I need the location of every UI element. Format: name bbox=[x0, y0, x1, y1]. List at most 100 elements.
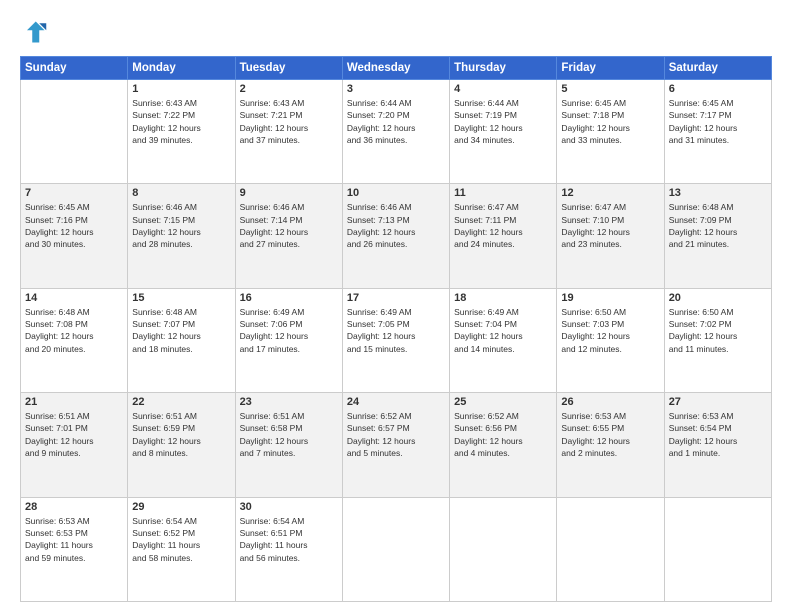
day-number: 17 bbox=[347, 292, 445, 304]
weekday-header-monday: Monday bbox=[128, 57, 235, 80]
day-number: 30 bbox=[240, 501, 338, 513]
day-info: Sunrise: 6:50 AM Sunset: 7:03 PM Dayligh… bbox=[561, 306, 659, 355]
day-number: 7 bbox=[25, 187, 123, 199]
day-number: 28 bbox=[25, 501, 123, 513]
day-cell: 28 Sunrise: 6:53 AM Sunset: 6:53 PM Dayli… bbox=[21, 497, 128, 601]
week-row-4: 21 Sunrise: 6:51 AM Sunset: 7:01 PM Dayli… bbox=[21, 393, 772, 497]
day-number: 23 bbox=[240, 396, 338, 408]
day-number: 18 bbox=[454, 292, 552, 304]
day-info: Sunrise: 6:45 AM Sunset: 7:16 PM Dayligh… bbox=[25, 201, 123, 250]
day-number: 29 bbox=[132, 501, 230, 513]
day-info: Sunrise: 6:48 AM Sunset: 7:09 PM Dayligh… bbox=[669, 201, 767, 250]
day-cell: 16 Sunrise: 6:49 AM Sunset: 7:06 PM Dayli… bbox=[235, 288, 342, 392]
day-cell: 19 Sunrise: 6:50 AM Sunset: 7:03 PM Dayli… bbox=[557, 288, 664, 392]
day-cell: 20Sunrise: 6:50 AM Sunset: 7:02 PM Dayli… bbox=[664, 288, 771, 392]
day-number: 12 bbox=[561, 187, 659, 199]
day-info: Sunrise: 6:43 AM Sunset: 7:22 PM Dayligh… bbox=[132, 97, 230, 146]
day-cell: 9 Sunrise: 6:46 AM Sunset: 7:14 PM Daylig… bbox=[235, 184, 342, 288]
logo bbox=[20, 18, 52, 46]
day-cell bbox=[21, 80, 128, 184]
day-cell bbox=[342, 497, 449, 601]
day-number: 8 bbox=[132, 187, 230, 199]
week-row-1: 1 Sunrise: 6:43 AM Sunset: 7:22 PM Daylig… bbox=[21, 80, 772, 184]
weekday-header-wednesday: Wednesday bbox=[342, 57, 449, 80]
weekday-header-saturday: Saturday bbox=[664, 57, 771, 80]
weekday-header-thursday: Thursday bbox=[450, 57, 557, 80]
day-cell: 29Sunrise: 6:54 AM Sunset: 6:52 PM Dayli… bbox=[128, 497, 235, 601]
day-number: 24 bbox=[347, 396, 445, 408]
day-info: Sunrise: 6:48 AM Sunset: 7:08 PM Dayligh… bbox=[25, 306, 123, 355]
day-number: 16 bbox=[240, 292, 338, 304]
weekday-header-sunday: Sunday bbox=[21, 57, 128, 80]
day-cell: 6Sunrise: 6:45 AM Sunset: 7:17 PM Daylig… bbox=[664, 80, 771, 184]
day-number: 9 bbox=[240, 187, 338, 199]
day-cell: 15 Sunrise: 6:48 AM Sunset: 7:07 PM Dayli… bbox=[128, 288, 235, 392]
day-info: Sunrise: 6:51 AM Sunset: 6:59 PM Dayligh… bbox=[132, 410, 230, 459]
page: SundayMondayTuesdayWednesdayThursdayFrid… bbox=[0, 0, 792, 612]
day-cell: 8Sunrise: 6:46 AM Sunset: 7:15 PM Daylig… bbox=[128, 184, 235, 288]
day-cell: 7 Sunrise: 6:45 AM Sunset: 7:16 PM Daylig… bbox=[21, 184, 128, 288]
day-number: 14 bbox=[25, 292, 123, 304]
day-number: 13 bbox=[669, 187, 767, 199]
day-info: Sunrise: 6:51 AM Sunset: 7:01 PM Dayligh… bbox=[25, 410, 123, 459]
day-cell: 21 Sunrise: 6:51 AM Sunset: 7:01 PM Dayli… bbox=[21, 393, 128, 497]
day-info: Sunrise: 6:47 AM Sunset: 7:11 PM Dayligh… bbox=[454, 201, 552, 250]
day-info: Sunrise: 6:48 AM Sunset: 7:07 PM Dayligh… bbox=[132, 306, 230, 355]
day-cell: 18 Sunrise: 6:49 AM Sunset: 7:04 PM Dayli… bbox=[450, 288, 557, 392]
week-row-3: 14 Sunrise: 6:48 AM Sunset: 7:08 PM Dayli… bbox=[21, 288, 772, 392]
day-cell: 30 Sunrise: 6:54 AM Sunset: 6:51 PM Dayli… bbox=[235, 497, 342, 601]
day-cell: 11 Sunrise: 6:47 AM Sunset: 7:11 PM Dayli… bbox=[450, 184, 557, 288]
day-info: Sunrise: 6:49 AM Sunset: 7:04 PM Dayligh… bbox=[454, 306, 552, 355]
day-number: 3 bbox=[347, 83, 445, 95]
day-info: Sunrise: 6:49 AM Sunset: 7:06 PM Dayligh… bbox=[240, 306, 338, 355]
day-number: 25 bbox=[454, 396, 552, 408]
day-cell bbox=[664, 497, 771, 601]
day-cell: 27 Sunrise: 6:53 AM Sunset: 6:54 PM Dayli… bbox=[664, 393, 771, 497]
day-number: 22 bbox=[132, 396, 230, 408]
day-number: 21 bbox=[25, 396, 123, 408]
day-cell: 24 Sunrise: 6:52 AM Sunset: 6:57 PM Dayli… bbox=[342, 393, 449, 497]
day-number: 10 bbox=[347, 187, 445, 199]
day-info: Sunrise: 6:46 AM Sunset: 7:14 PM Dayligh… bbox=[240, 201, 338, 250]
day-info: Sunrise: 6:49 AM Sunset: 7:05 PM Dayligh… bbox=[347, 306, 445, 355]
day-number: 27 bbox=[669, 396, 767, 408]
day-info: Sunrise: 6:51 AM Sunset: 6:58 PM Dayligh… bbox=[240, 410, 338, 459]
day-number: 26 bbox=[561, 396, 659, 408]
day-cell: 13 Sunrise: 6:48 AM Sunset: 7:09 PM Dayli… bbox=[664, 184, 771, 288]
weekday-header-friday: Friday bbox=[557, 57, 664, 80]
day-info: Sunrise: 6:53 AM Sunset: 6:54 PM Dayligh… bbox=[669, 410, 767, 459]
day-number: 4 bbox=[454, 83, 552, 95]
logo-icon bbox=[20, 18, 48, 46]
day-info: Sunrise: 6:45 AM Sunset: 7:18 PM Dayligh… bbox=[561, 97, 659, 146]
day-cell: 26Sunrise: 6:53 AM Sunset: 6:55 PM Dayli… bbox=[557, 393, 664, 497]
calendar-table: SundayMondayTuesdayWednesdayThursdayFrid… bbox=[20, 56, 772, 602]
day-cell: 10Sunrise: 6:46 AM Sunset: 7:13 PM Dayli… bbox=[342, 184, 449, 288]
day-number: 5 bbox=[561, 83, 659, 95]
day-number: 6 bbox=[669, 83, 767, 95]
day-number: 15 bbox=[132, 292, 230, 304]
day-info: Sunrise: 6:54 AM Sunset: 6:51 PM Dayligh… bbox=[240, 515, 338, 564]
week-row-5: 28 Sunrise: 6:53 AM Sunset: 6:53 PM Dayli… bbox=[21, 497, 772, 601]
day-cell: 14 Sunrise: 6:48 AM Sunset: 7:08 PM Dayli… bbox=[21, 288, 128, 392]
day-cell: 2Sunrise: 6:43 AM Sunset: 7:21 PM Daylig… bbox=[235, 80, 342, 184]
day-cell: 5 Sunrise: 6:45 AM Sunset: 7:18 PM Daylig… bbox=[557, 80, 664, 184]
day-number: 1 bbox=[132, 83, 230, 95]
weekday-header-tuesday: Tuesday bbox=[235, 57, 342, 80]
day-cell: 25Sunrise: 6:52 AM Sunset: 6:56 PM Dayli… bbox=[450, 393, 557, 497]
day-cell: 4 Sunrise: 6:44 AM Sunset: 7:19 PM Daylig… bbox=[450, 80, 557, 184]
week-row-2: 7 Sunrise: 6:45 AM Sunset: 7:16 PM Daylig… bbox=[21, 184, 772, 288]
day-info: Sunrise: 6:53 AM Sunset: 6:53 PM Dayligh… bbox=[25, 515, 123, 564]
day-cell: 3 Sunrise: 6:44 AM Sunset: 7:20 PM Daylig… bbox=[342, 80, 449, 184]
day-info: Sunrise: 6:47 AM Sunset: 7:10 PM Dayligh… bbox=[561, 201, 659, 250]
day-number: 11 bbox=[454, 187, 552, 199]
day-cell: 1 Sunrise: 6:43 AM Sunset: 7:22 PM Daylig… bbox=[128, 80, 235, 184]
day-number: 19 bbox=[561, 292, 659, 304]
day-info: Sunrise: 6:52 AM Sunset: 6:57 PM Dayligh… bbox=[347, 410, 445, 459]
header bbox=[20, 18, 772, 46]
day-info: Sunrise: 6:44 AM Sunset: 7:20 PM Dayligh… bbox=[347, 97, 445, 146]
day-info: Sunrise: 6:44 AM Sunset: 7:19 PM Dayligh… bbox=[454, 97, 552, 146]
day-cell: 22 Sunrise: 6:51 AM Sunset: 6:59 PM Dayli… bbox=[128, 393, 235, 497]
day-cell: 23 Sunrise: 6:51 AM Sunset: 6:58 PM Dayli… bbox=[235, 393, 342, 497]
day-cell: 17 Sunrise: 6:49 AM Sunset: 7:05 PM Dayli… bbox=[342, 288, 449, 392]
day-number: 20 bbox=[669, 292, 767, 304]
